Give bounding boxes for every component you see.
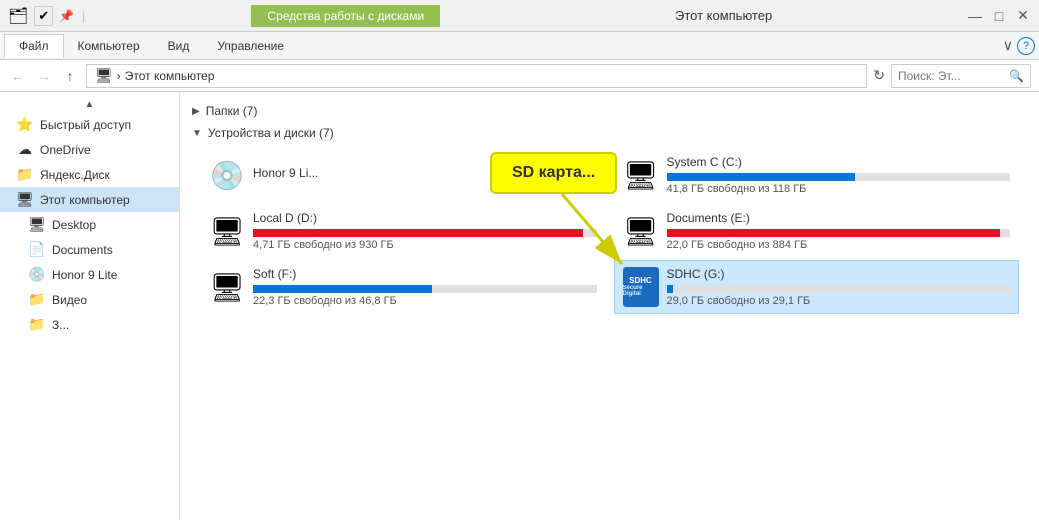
folders-section-header[interactable]: ▶ Папки (7) bbox=[192, 100, 1027, 122]
back-button[interactable]: ← bbox=[8, 68, 28, 84]
quick-access-icon: ⭐ bbox=[16, 116, 34, 133]
drive-optical-icon: 💿 bbox=[209, 159, 245, 192]
tab-file[interactable]: Файл bbox=[4, 34, 64, 58]
content-area: ▶ Папки (7) ▼ Устройства и диски (7) 💿 H… bbox=[180, 92, 1039, 520]
quick-access-icon1: ✔ bbox=[34, 6, 53, 26]
ribbon-collapse-button[interactable]: ∨ bbox=[1003, 37, 1013, 54]
tab-view[interactable]: Вид bbox=[154, 35, 204, 57]
drive-hdd-icon: 🖥 bbox=[209, 271, 245, 304]
sidebar-item-yandex[interactable]: 📁 Яндекс.Диск bbox=[0, 162, 179, 187]
honor9-icon: 💿 bbox=[28, 266, 46, 283]
sidebar-item-this-pc[interactable]: 🖥 Этот компьютер bbox=[0, 187, 179, 212]
yandex-icon: 📁 bbox=[16, 166, 34, 183]
drive-bar-bg bbox=[667, 173, 1011, 181]
search-bar[interactable]: 🔍 bbox=[891, 64, 1031, 88]
address-path[interactable]: 🖥 › Этот компьютер bbox=[86, 64, 867, 88]
drive-free: 41,8 ГБ свободно из 118 ГБ bbox=[667, 183, 1011, 195]
sidebar-item-honor9[interactable]: 💿 Honor 9 Lite bbox=[0, 262, 179, 287]
drive-free: 29,0 ГБ свободно из 29,1 ГБ bbox=[667, 295, 1011, 307]
drive-free: 22,0 ГБ свободно из 884 ГБ bbox=[667, 239, 1011, 251]
path-icon: 🖥 bbox=[95, 67, 113, 84]
address-bar: ← → ↑ 🖥 › Этот компьютер ↻ 🔍 bbox=[0, 60, 1039, 92]
tab-computer[interactable]: Компьютер bbox=[64, 35, 154, 57]
path-label: Этот компьютер bbox=[125, 69, 215, 83]
title-bar: 🗂 ✔ 📌 | Средства работы с дисками Этот к… bbox=[0, 0, 1039, 32]
window-controls: — □ ✕ bbox=[967, 8, 1031, 24]
search-icon: 🔍 bbox=[1009, 69, 1024, 83]
close-button[interactable]: ✕ bbox=[1015, 8, 1031, 24]
devices-section-label: Устройства и диски (7) bbox=[208, 126, 334, 140]
search-input[interactable] bbox=[898, 69, 1009, 83]
drive-documents-e[interactable]: 🖥 Documents (E:) 22,0 ГБ свободно из 884… bbox=[614, 204, 1020, 258]
drive-bar bbox=[253, 229, 583, 237]
more-icon: 📁 bbox=[28, 316, 46, 333]
video-icon: 📁 bbox=[28, 291, 46, 308]
ribbon-bar: Файл Компьютер Вид Управление ∨ ? bbox=[0, 32, 1039, 60]
help-button[interactable]: ? bbox=[1017, 37, 1035, 55]
sidebar-item-desktop[interactable]: 🖥 Desktop bbox=[0, 212, 179, 237]
sidebar-item-quick-access[interactable]: ⭐ Быстрый доступ bbox=[0, 112, 179, 137]
drive-sdhc-g[interactable]: SDHC Secure Digital SDHC (G:) 29,0 ГБ св… bbox=[614, 260, 1020, 314]
separator: | bbox=[82, 9, 85, 23]
pin-icon: 📌 bbox=[59, 9, 74, 23]
devices-arrow-icon: ▼ bbox=[192, 128, 202, 139]
sidebar: ▲ ⭐ Быстрый доступ ☁ OneDrive 📁 Яндекс.Д… bbox=[0, 92, 180, 520]
sidebar-item-label: OneDrive bbox=[40, 143, 91, 157]
drive-system-c[interactable]: 🖥 System C (C:) 41,8 ГБ свободно из 118 … bbox=[614, 148, 1020, 202]
drive-bar bbox=[667, 285, 674, 293]
sidebar-item-label: Honor 9 Lite bbox=[52, 268, 117, 282]
desktop-icon: 🖥 bbox=[28, 216, 46, 233]
drive-bar-bg bbox=[667, 229, 1011, 237]
tooltip-arrow-svg bbox=[542, 194, 662, 274]
drive-bar-bg bbox=[667, 285, 1011, 293]
drive-system-icon: 🖥 bbox=[623, 159, 659, 192]
drive-bar bbox=[667, 173, 856, 181]
drive-info: System C (C:) 41,8 ГБ свободно из 118 ГБ bbox=[667, 155, 1011, 195]
forward-button[interactable]: → bbox=[34, 68, 54, 84]
tooltip-wrapper: SD карта... bbox=[490, 152, 617, 194]
drive-hdd-icon: 🖥 bbox=[209, 215, 245, 248]
tooltip-box: SD карта... bbox=[490, 152, 617, 194]
documents-icon: 📄 bbox=[28, 241, 46, 258]
sidebar-item-documents[interactable]: 📄 Documents bbox=[0, 237, 179, 262]
up-button[interactable]: ↑ bbox=[60, 68, 80, 84]
devices-section-header[interactable]: ▼ Устройства и диски (7) bbox=[192, 122, 1027, 144]
title-bar-left: 🗂 ✔ 📌 | bbox=[8, 6, 251, 26]
drive-info: Documents (E:) 22,0 ГБ свободно из 884 Г… bbox=[667, 211, 1011, 251]
sidebar-item-label: Этот компьютер bbox=[40, 193, 130, 207]
main-layout: ▲ ⭐ Быстрый доступ ☁ OneDrive 📁 Яндекс.Д… bbox=[0, 92, 1039, 520]
sidebar-item-label: Яндекс.Диск bbox=[40, 168, 110, 182]
drive-name: System C (C:) bbox=[667, 155, 1011, 169]
sidebar-item-label: Documents bbox=[52, 243, 113, 257]
sidebar-item-label: Desktop bbox=[52, 218, 96, 232]
folders-section-label: Папки (7) bbox=[206, 104, 258, 118]
onedrive-icon: ☁ bbox=[16, 141, 34, 158]
app-icon: 🗂 bbox=[8, 6, 28, 26]
sidebar-item-more[interactable]: 📁 З... bbox=[0, 312, 179, 337]
ribbon-tabs: Файл Компьютер Вид Управление bbox=[4, 34, 1003, 57]
tab-manage[interactable]: Управление bbox=[203, 35, 298, 57]
drive-info: SDHC (G:) 29,0 ГБ свободно из 29,1 ГБ bbox=[667, 267, 1011, 307]
sidebar-item-onedrive[interactable]: ☁ OneDrive bbox=[0, 137, 179, 162]
sidebar-item-video[interactable]: 📁 Видео bbox=[0, 287, 179, 312]
maximize-button[interactable]: □ bbox=[991, 8, 1007, 24]
minimize-button[interactable]: — bbox=[967, 8, 983, 24]
this-pc-icon: 🖥 bbox=[16, 191, 34, 208]
ribbon-section-label: Средства работы с дисками bbox=[251, 5, 440, 27]
ribbon-right: ∨ ? bbox=[1003, 37, 1035, 55]
folders-arrow-icon: ▶ bbox=[192, 106, 200, 117]
path-separator: › bbox=[117, 69, 121, 83]
refresh-button[interactable]: ↻ bbox=[873, 67, 885, 84]
sidebar-item-label: З... bbox=[52, 318, 69, 332]
sidebar-scroll-up[interactable]: ▲ bbox=[0, 96, 179, 112]
window-title: Этот компьютер bbox=[440, 8, 967, 23]
drive-bar bbox=[253, 285, 432, 293]
drive-free: 22,3 ГБ свободно из 46,8 ГБ bbox=[253, 295, 597, 307]
sidebar-item-label: Видео bbox=[52, 293, 87, 307]
drive-bar-bg bbox=[253, 285, 597, 293]
drive-name: SDHC (G:) bbox=[667, 267, 1011, 281]
drive-bar bbox=[667, 229, 1000, 237]
sidebar-item-label: Быстрый доступ bbox=[40, 118, 131, 132]
drive-name: Documents (E:) bbox=[667, 211, 1011, 225]
